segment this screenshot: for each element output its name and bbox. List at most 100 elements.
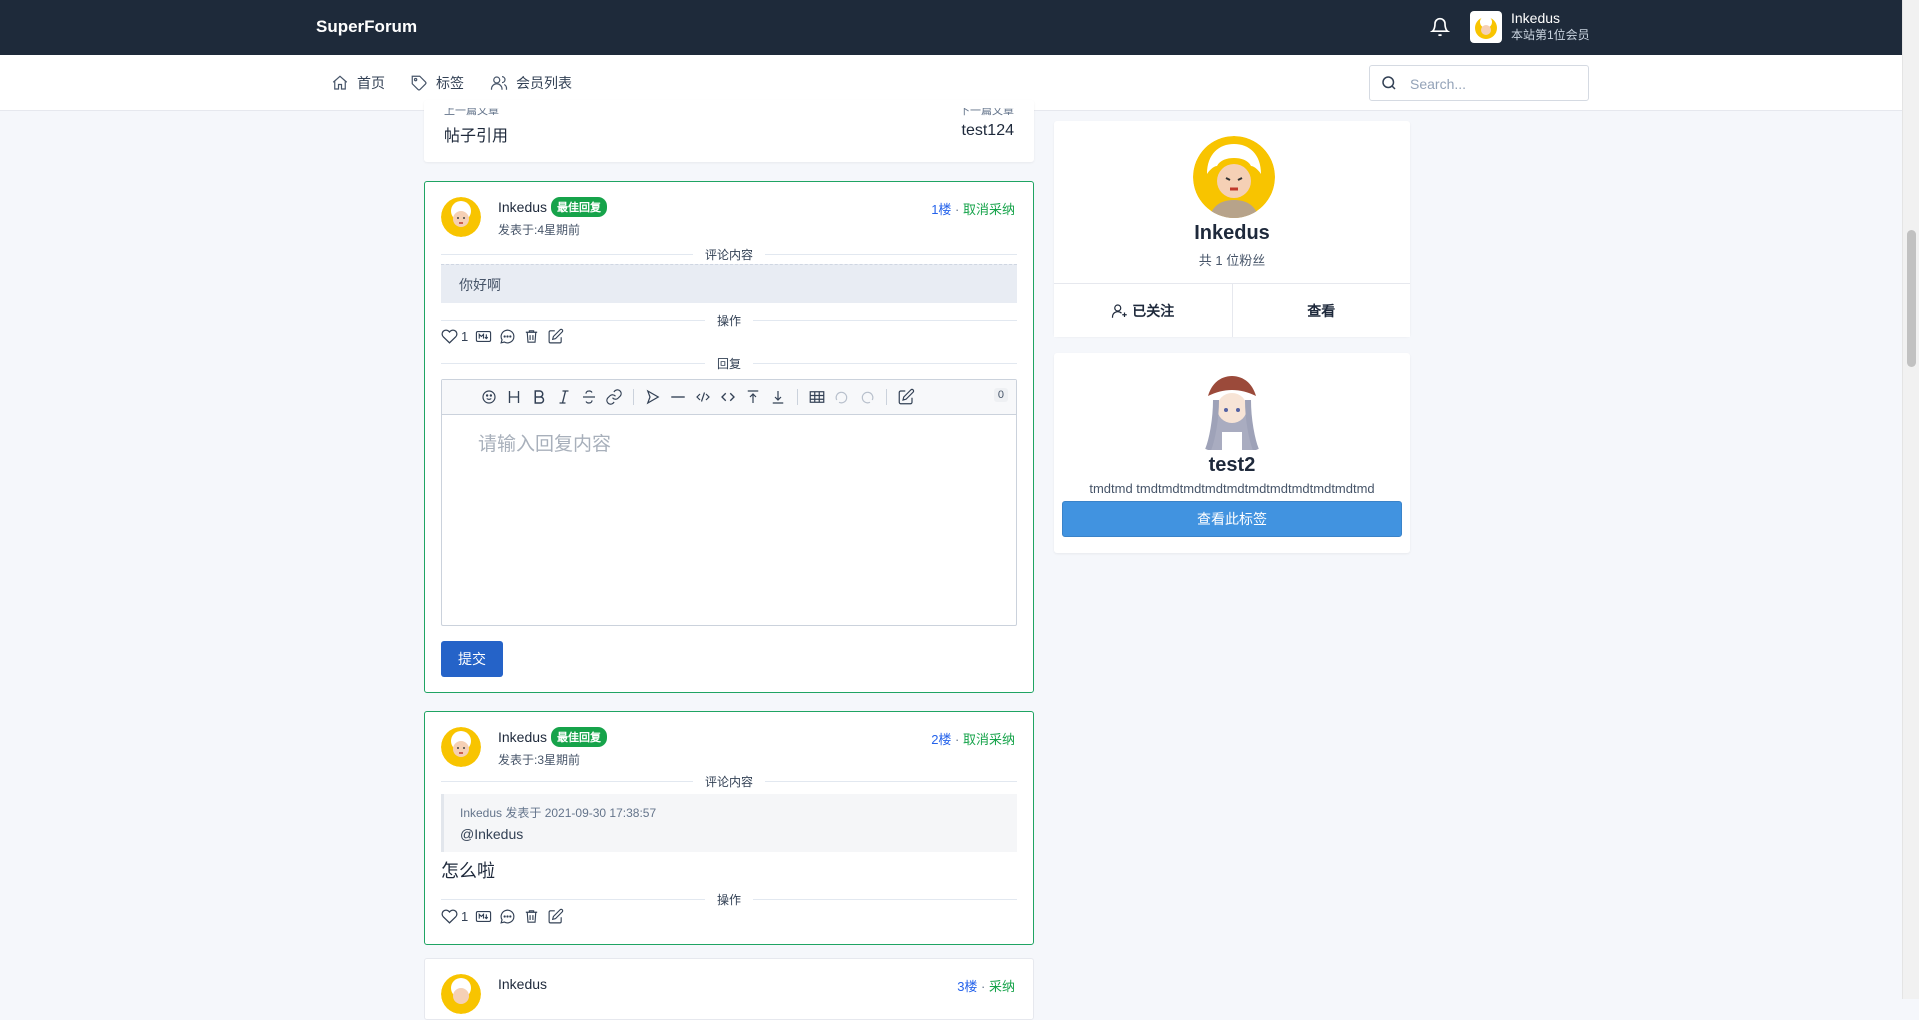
bell-icon[interactable]	[1429, 17, 1451, 37]
floor-link[interactable]: 1楼	[931, 202, 951, 217]
like-button[interactable]: 1	[441, 328, 468, 345]
nav-home-label: 首页	[357, 75, 385, 91]
like-button[interactable]: 1	[441, 908, 468, 925]
tag-icon	[411, 75, 427, 91]
comment-icon[interactable]	[499, 328, 516, 345]
user-menu[interactable]: Inkedus 本站第1位会员	[1511, 10, 1590, 44]
follow-button[interactable]: 已关注	[1054, 284, 1232, 337]
post-author-name[interactable]: Inkedus	[498, 729, 547, 745]
post-avatar[interactable]	[441, 974, 481, 1014]
accept-button[interactable]: 采纳	[989, 979, 1015, 994]
emoji-icon[interactable]	[480, 388, 498, 406]
edit-icon[interactable]	[547, 328, 564, 345]
best-answer-badge: 最佳回复	[551, 727, 608, 747]
reply-editor: 0	[441, 379, 1017, 626]
home-icon	[332, 75, 348, 90]
reply-post-1: Inkedus 最佳回复 发表于:4星期前 1楼 · 取消采纳 评论内容 你好啊…	[424, 181, 1034, 693]
ops-label: 操作	[704, 891, 754, 908]
scrollbar-thumb[interactable]	[1907, 230, 1916, 367]
redo-icon[interactable]	[858, 388, 876, 406]
inline-code-icon[interactable]	[719, 388, 737, 406]
post-author-name[interactable]: Inkedus	[498, 976, 547, 992]
table-icon[interactable]	[808, 388, 826, 406]
unaccept-button[interactable]: 取消采纳	[963, 202, 1015, 217]
top-bar: SuperForum Inkedus 本站第1位会员	[0, 0, 1902, 55]
profile-name[interactable]: Inkedus	[1054, 222, 1410, 245]
brand-logo[interactable]: SuperForum	[316, 17, 417, 37]
nav-tags-label: 标签	[436, 75, 464, 91]
insert-before-icon[interactable]	[744, 388, 762, 406]
reply-post-3: Inkedus 3楼 · 采纳	[424, 958, 1034, 1020]
content-label: 评论内容	[692, 773, 766, 790]
edit-mode-icon[interactable]	[897, 388, 915, 406]
prev-article-link[interactable]: 帖子引用	[444, 122, 508, 146]
tag-name[interactable]: test2	[1054, 454, 1410, 477]
quote-icon[interactable]	[644, 388, 662, 406]
edit-icon[interactable]	[547, 908, 564, 925]
view-tag-button[interactable]: 查看此标签	[1062, 501, 1402, 537]
submit-button[interactable]: 提交	[441, 641, 503, 677]
profile-avatar[interactable]	[1193, 136, 1275, 218]
profile-fans: 共 1 位粉丝	[1198, 253, 1266, 268]
strikethrough-icon[interactable]	[580, 388, 598, 406]
author-profile-card: Inkedus 共 1 位粉丝 已关注 查看	[1054, 121, 1410, 337]
user-name: Inkedus	[1511, 10, 1561, 26]
floor-separator: ·	[951, 732, 963, 747]
italic-icon[interactable]	[555, 388, 573, 406]
char-counter: 0	[993, 388, 1008, 402]
heading-icon[interactable]	[505, 388, 523, 406]
search-icon	[1382, 76, 1396, 90]
next-article-link[interactable]: test124	[962, 122, 1014, 140]
article-nav: 上一篇文章 帖子引用 下一篇文章 test124	[424, 100, 1034, 162]
view-profile-button[interactable]: 查看	[1231, 284, 1410, 337]
undo-icon[interactable]	[833, 388, 851, 406]
unaccept-button[interactable]: 取消采纳	[963, 732, 1015, 747]
bold-icon[interactable]	[530, 388, 548, 406]
nav-members-label: 会员列表	[516, 75, 572, 91]
reply-post-2: Inkedus 最佳回复 发表于:3星期前 2楼 · 取消采纳 评论内容 Ink…	[424, 711, 1034, 945]
post-avatar[interactable]	[441, 727, 481, 767]
floor-link[interactable]: 2楼	[931, 732, 951, 747]
heart-icon	[441, 329, 458, 344]
markdown-icon[interactable]	[475, 908, 492, 925]
reply-textarea[interactable]	[442, 415, 1016, 623]
search-box	[1369, 65, 1589, 101]
follow-label: 已关注	[1132, 302, 1175, 319]
content-divider: 评论内容	[441, 246, 1017, 263]
search-input[interactable]	[1408, 73, 1582, 95]
tag-description: tmdtmd tmdtmdtmdtmdtmdtmdtmdtmdtmdtmdtmd	[1089, 481, 1375, 496]
post-author: Inkedus	[498, 976, 547, 992]
floor-link[interactable]: 3楼	[957, 979, 977, 994]
comment-text: 你好啊	[459, 277, 501, 293]
toolbar-separator	[633, 389, 634, 405]
post-floor: 3楼 · 采纳	[957, 976, 1015, 995]
quote-body: @Inkedus	[460, 826, 524, 842]
post-actions: 1	[441, 328, 564, 345]
nav-members[interactable]: 会员列表	[490, 73, 572, 93]
post-avatar[interactable]	[441, 197, 481, 237]
floor-separator: ·	[951, 202, 963, 217]
content-divider: 评论内容	[441, 773, 1017, 790]
nav-tags[interactable]: 标签	[410, 73, 464, 93]
trash-icon[interactable]	[523, 908, 540, 925]
heart-icon	[441, 909, 458, 924]
post-actions: 1	[441, 908, 564, 925]
nav-home[interactable]: 首页	[331, 73, 385, 93]
tag-image	[1192, 370, 1272, 450]
post-floor: 1楼 · 取消采纳	[931, 199, 1015, 218]
markdown-icon[interactable]	[475, 328, 492, 345]
users-icon	[490, 76, 508, 90]
insert-after-icon[interactable]	[769, 388, 787, 406]
code-icon[interactable]	[694, 388, 712, 406]
link-icon[interactable]	[605, 388, 623, 406]
trash-icon[interactable]	[523, 328, 540, 345]
toolbar-separator	[797, 389, 798, 405]
horizontal-rule-icon[interactable]	[669, 388, 687, 406]
page-scrollbar[interactable]	[1902, 0, 1919, 999]
user-avatar[interactable]	[1470, 11, 1502, 43]
post-floor: 2楼 · 取消采纳	[931, 729, 1015, 748]
post-author-name[interactable]: Inkedus	[498, 199, 547, 215]
post-time: 发表于:4星期前	[498, 223, 581, 237]
comment-icon[interactable]	[499, 908, 516, 925]
ops-divider: 操作	[441, 891, 1017, 908]
